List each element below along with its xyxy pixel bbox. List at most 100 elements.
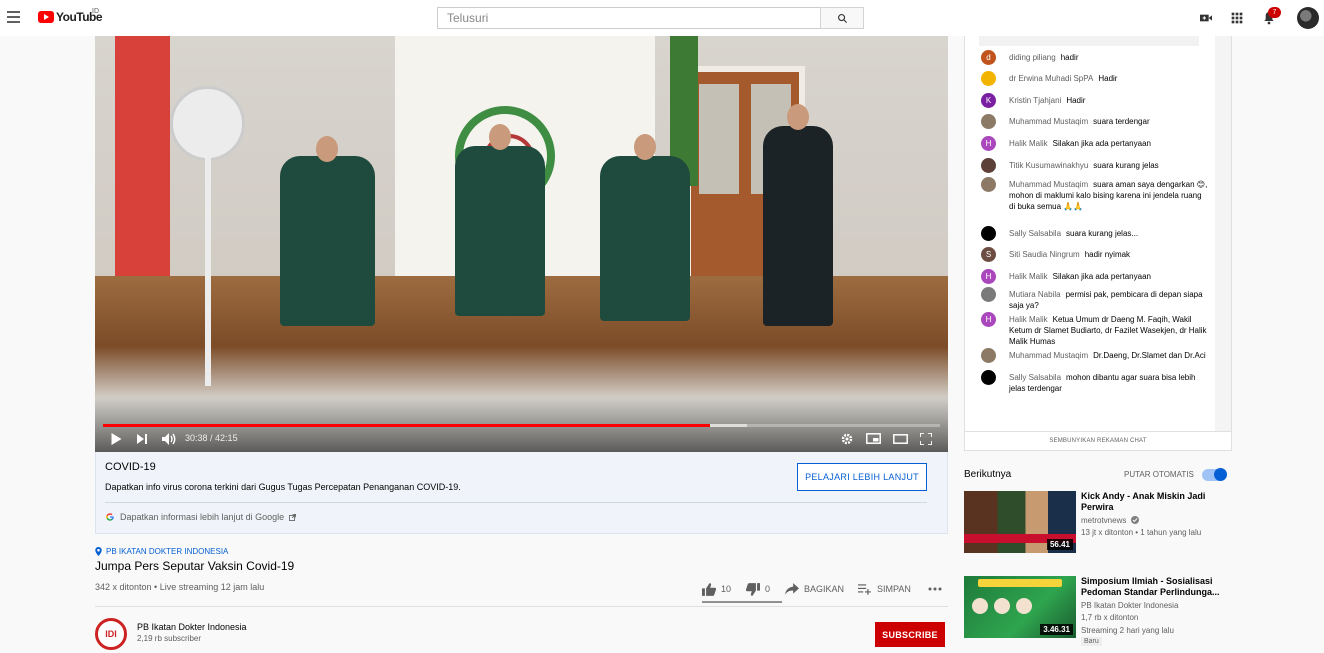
- video-thumbnail[interactable]: 3.46.31: [964, 576, 1076, 638]
- chat-message-body: Siti Saudia Ningrum hadir nyimak: [1009, 249, 1209, 260]
- chat-message-body: Halik Malik Ketua Umum dr Daeng M. Faqih,…: [1009, 314, 1209, 347]
- recommended-video-channel: PB Ikatan Dokter Indonesia: [1081, 601, 1179, 610]
- share-icon: [785, 583, 799, 595]
- video-player[interactable]: 30:38 / 42:15: [95, 36, 948, 452]
- dislike-count: 0: [765, 584, 771, 594]
- chat-message-text: Hadir: [1098, 74, 1118, 83]
- chat-author-name[interactable]: Halik Malik: [1009, 315, 1048, 324]
- channel-avatar[interactable]: IDI: [95, 618, 127, 650]
- share-button[interactable]: BAGIKAN: [785, 581, 844, 597]
- volume-button[interactable]: [161, 432, 177, 445]
- dislike-button[interactable]: 0: [746, 581, 770, 597]
- search-button[interactable]: [820, 7, 864, 29]
- chat-author-avatar[interactable]: H: [981, 312, 996, 327]
- chat-author-name[interactable]: Halik Malik: [1009, 272, 1048, 281]
- more-actions-button[interactable]: [928, 581, 942, 597]
- chat-author-avatar[interactable]: [981, 287, 996, 302]
- chat-author-name[interactable]: Muhammad Mustaqim: [1009, 180, 1088, 189]
- channel-subscriber-count: 2,19 rb subscriber: [137, 634, 202, 643]
- autoplay-toggle[interactable]: [1202, 468, 1227, 481]
- thumbs-down-icon: [746, 582, 760, 596]
- save-button[interactable]: SIMPAN: [858, 581, 911, 597]
- thumbnail-banner: [978, 579, 1062, 587]
- chat-message-body: Halik Malik Silakan jika ada pertanyaan: [1009, 138, 1209, 149]
- theater-mode-button[interactable]: [892, 432, 908, 445]
- recommended-video-streamed: Streaming 2 hari yang lalu: [1081, 626, 1174, 635]
- chat-author-name[interactable]: Mutiara Nabila: [1009, 290, 1061, 299]
- chat-author-avatar[interactable]: K: [981, 93, 996, 108]
- learn-more-button[interactable]: PELAJARI LEBIH LANJUT: [797, 463, 927, 491]
- playlist-add-icon: [858, 584, 871, 595]
- miniplayer-button[interactable]: [865, 432, 881, 445]
- chat-message-text: hadir nyimak: [1084, 250, 1131, 259]
- menu-icon[interactable]: [7, 11, 20, 23]
- chat-author-name[interactable]: Halik Malik: [1009, 139, 1048, 148]
- like-count: 10: [721, 584, 732, 594]
- search-input[interactable]: [437, 7, 820, 29]
- chat-author-avatar[interactable]: [981, 370, 996, 385]
- apps-grid-icon[interactable]: [1229, 10, 1245, 26]
- video-location[interactable]: PB IKATAN DOKTER INDONESIA: [95, 547, 228, 556]
- create-video-icon[interactable]: [1198, 10, 1214, 26]
- account-avatar[interactable]: [1297, 7, 1319, 29]
- recommended-video[interactable]: 3.46.31 Simposium Ilmiah - Sosialisasi P…: [964, 576, 1232, 638]
- chat-author-name[interactable]: Muhammad Mustaqim: [1009, 351, 1088, 360]
- chat-author-name[interactable]: Siti Saudia Ningrum: [1009, 250, 1080, 259]
- chat-author-name[interactable]: Titik Kusumawinakhyu: [1009, 161, 1088, 170]
- chat-author-avatar[interactable]: [981, 158, 996, 173]
- channel-name[interactable]: PB Ikatan Dokter Indonesia: [137, 622, 247, 632]
- chat-author-avatar[interactable]: H: [981, 269, 996, 284]
- chat-author-name[interactable]: dr Erwina Muhadi SpPA: [1009, 74, 1093, 83]
- progress-played: [103, 424, 710, 427]
- verified-badge-icon: [1130, 516, 1139, 524]
- country-code: ID: [92, 8, 99, 15]
- chat-message-body: dr Erwina Muhadi SpPA Hadir: [1009, 73, 1209, 84]
- progress-bar[interactable]: [103, 424, 940, 427]
- chat-author-avatar[interactable]: [981, 226, 996, 241]
- chat-scrollbar[interactable]: [1215, 36, 1231, 431]
- settings-button[interactable]: [840, 432, 854, 445]
- chat-author-avatar[interactable]: [981, 114, 996, 129]
- next-button[interactable]: [136, 432, 148, 445]
- time-display: 30:38 / 42:15: [185, 433, 238, 443]
- video-thumbnail[interactable]: 56.41: [964, 491, 1076, 553]
- recommended-video[interactable]: 56.41 Kick Andy - Anak Miskin Jadi Perwi…: [964, 491, 1232, 553]
- chat-message-text: hadir: [1060, 53, 1079, 62]
- thumbs-up-icon: [702, 582, 716, 596]
- video-frame-fan-stand: [205, 156, 211, 386]
- video-frame-person: [600, 134, 690, 321]
- external-link-icon: [289, 513, 297, 521]
- chat-message-body: Muhammad Mustaqim suara aman saya dengark…: [1009, 179, 1209, 212]
- chat-message-body: Titik Kusumawinakhyu suara kurang jelas: [1009, 160, 1209, 171]
- info-panel: COVID-19 Dapatkan info virus corona terk…: [95, 452, 948, 534]
- miniplayer-icon: [865, 433, 881, 444]
- notification-count-badge: 7: [1268, 7, 1281, 18]
- chat-message-text: suara kurang jelas: [1093, 161, 1159, 170]
- info-panel-title: COVID-19: [105, 461, 156, 473]
- chat-message-body: diding piliang hadir: [1009, 52, 1209, 63]
- google-info-link[interactable]: Dapatkan informasi lebih lanjut di Googl…: [105, 512, 297, 522]
- progress-buffer: [709, 424, 748, 427]
- subscribe-button[interactable]: SUBSCRIBE: [875, 622, 945, 647]
- chat-author-avatar[interactable]: [981, 71, 996, 86]
- chat-author-name[interactable]: Kristin Tjahjani: [1009, 96, 1061, 105]
- chat-previous-message-fragment: [979, 36, 1199, 46]
- chat-message-body: Muhammad Mustaqim suara terdengar: [1009, 116, 1209, 127]
- chat-message-body: Mutiara Nabila permisi pak, pembicara di …: [1009, 289, 1209, 311]
- chat-author-avatar[interactable]: S: [981, 247, 996, 262]
- hide-chat-replay-button[interactable]: SEMBUNYIKAN REKAMAN CHAT: [965, 431, 1231, 451]
- chat-message-text: Silakan jika ada pertanyaan: [1052, 139, 1151, 148]
- chat-author-avatar[interactable]: d: [981, 50, 996, 65]
- like-button[interactable]: 10: [702, 581, 731, 597]
- chat-author-name[interactable]: Muhammad Mustaqim: [1009, 117, 1088, 126]
- chat-author-name[interactable]: Sally Salsabila: [1009, 373, 1061, 382]
- youtube-logo[interactable]: YouTube ID: [38, 8, 103, 24]
- fullscreen-button[interactable]: [919, 432, 933, 445]
- chat-author-name[interactable]: Sally Salsabila: [1009, 229, 1061, 238]
- chat-author-avatar[interactable]: [981, 177, 996, 192]
- chat-author-avatar[interactable]: [981, 348, 996, 363]
- chat-author-name[interactable]: diding piliang: [1009, 53, 1056, 62]
- volume-icon: [161, 432, 175, 445]
- chat-author-avatar[interactable]: H: [981, 136, 996, 151]
- play-button[interactable]: [109, 432, 123, 445]
